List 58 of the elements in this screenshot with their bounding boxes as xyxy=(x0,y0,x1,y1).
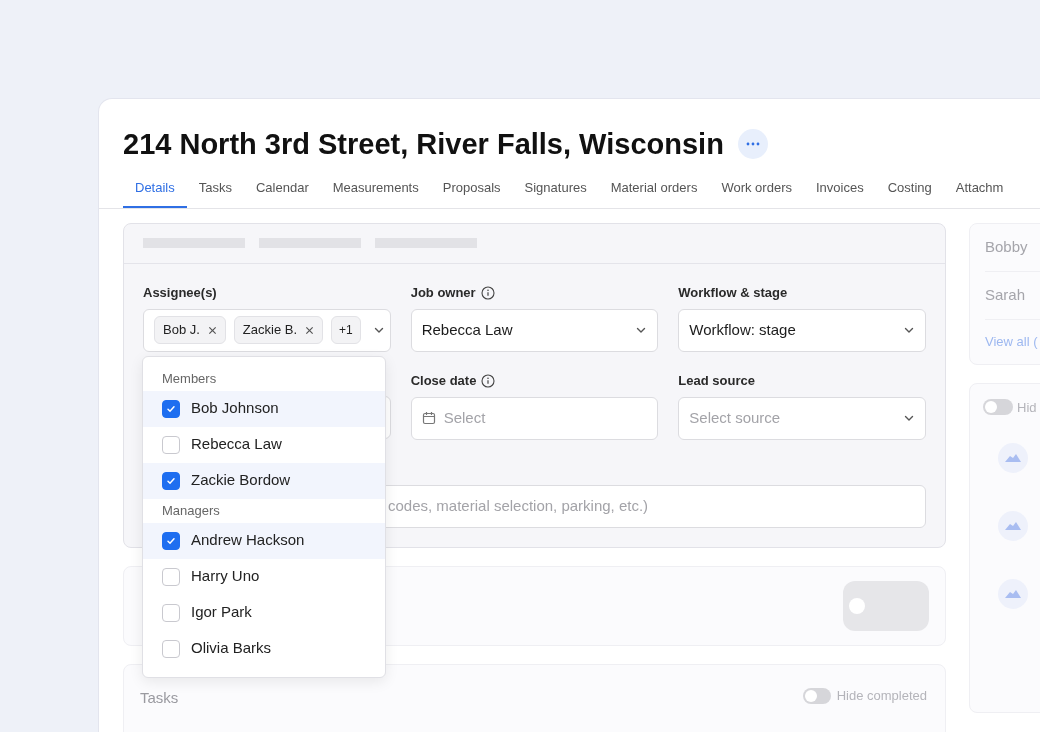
check-icon xyxy=(166,535,176,546)
checkbox[interactable] xyxy=(162,399,180,418)
tab[interactable]: Costing xyxy=(875,176,944,208)
section-title: Tasks xyxy=(140,687,179,708)
page-title: 214 North 3rd Street, River Falls, Wisconsin xyxy=(123,127,724,162)
toggle-label: Hide completed xyxy=(836,687,927,705)
tab[interactable]: Attachm xyxy=(943,176,1016,208)
dropdown-option[interactable]: Andrew Hackson xyxy=(143,522,385,559)
dropdown-option[interactable]: Harry Uno xyxy=(143,558,385,595)
group-heading: Members xyxy=(161,369,218,388)
checkbox[interactable] xyxy=(162,603,180,622)
checkbox[interactable] xyxy=(162,639,180,658)
checkbox[interactable] xyxy=(162,471,180,490)
close-icon[interactable] xyxy=(207,325,217,335)
field-label: Workflow & stage xyxy=(678,283,788,302)
person-name: Bobby xyxy=(985,236,1028,257)
large-toggle[interactable] xyxy=(843,580,929,631)
checkbox[interactable] xyxy=(162,435,180,454)
field-label: Job owner xyxy=(410,283,476,302)
more-button[interactable] xyxy=(737,129,768,159)
field-label: Lead source xyxy=(678,371,755,390)
field-label: Assignee(s) xyxy=(143,283,217,302)
dropdown-option[interactable]: Bob Johnson xyxy=(143,390,385,427)
close-icon[interactable] xyxy=(305,325,315,335)
toggle-switch[interactable] xyxy=(802,687,831,704)
toggle-switch[interactable] xyxy=(983,399,1013,416)
tab[interactable]: Calendar xyxy=(244,176,321,208)
house-icon xyxy=(998,443,1028,473)
person-name: Sarah xyxy=(985,284,1026,305)
more-icon xyxy=(745,142,760,146)
field-label: Close date xyxy=(410,371,477,390)
dropdown-option[interactable]: Zackie Bordow xyxy=(143,462,385,499)
tab[interactable]: Work orders xyxy=(709,176,804,208)
tab[interactable]: Material orders xyxy=(598,176,710,208)
dropdown-option[interactable]: Olivia Barks xyxy=(143,630,385,667)
assignee-select[interactable]: Bob J. Zackie B. +1 xyxy=(143,308,391,352)
assignee-chip: Bob J. xyxy=(154,316,226,344)
assignee-chip: Zackie B. xyxy=(233,316,324,344)
calendar-icon xyxy=(421,411,436,425)
group-heading: Managers xyxy=(161,501,221,520)
toggle-label: Hid xyxy=(1017,398,1037,417)
tab[interactable]: Signatures xyxy=(512,176,599,208)
dropdown-select[interactable]: Rebecca Law xyxy=(410,308,659,352)
house-icon xyxy=(998,511,1028,541)
dropdown-option[interactable]: Rebecca Law xyxy=(143,426,385,463)
more-count: +1 xyxy=(331,316,361,344)
check-icon xyxy=(166,403,176,414)
tab[interactable]: Tasks xyxy=(186,176,244,208)
checkbox[interactable] xyxy=(162,567,180,586)
tab[interactable]: Invoices xyxy=(803,176,876,208)
house-icon xyxy=(998,579,1028,609)
check-icon xyxy=(166,475,176,486)
dropdown-select[interactable]: Workflow: stage xyxy=(678,308,926,352)
tab[interactable]: Proposals xyxy=(430,176,513,208)
tab[interactable]: Details xyxy=(123,176,187,208)
checkbox[interactable] xyxy=(162,531,180,550)
dropdown-option[interactable]: Igor Park xyxy=(143,594,385,631)
tab[interactable]: Measurements xyxy=(320,176,431,208)
